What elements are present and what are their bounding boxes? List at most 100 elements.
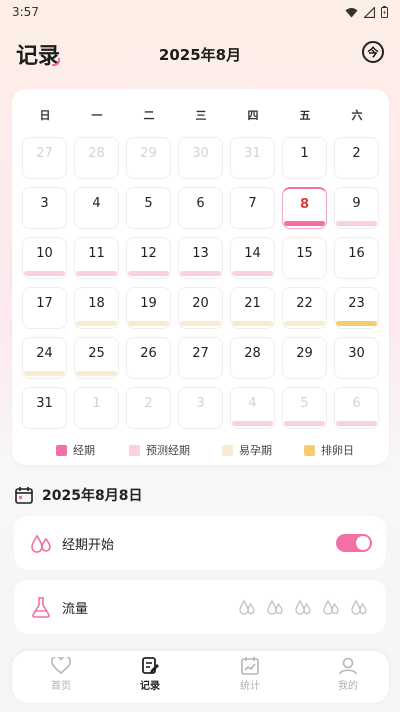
- calendar-day[interactable]: 6: [178, 187, 223, 229]
- day-number: 24: [36, 346, 53, 361]
- calendar-day[interactable]: 2: [126, 387, 171, 429]
- period-start-label: 经期开始: [62, 538, 115, 553]
- predicted-indicator: [232, 421, 273, 426]
- calendar-day[interactable]: 16: [334, 237, 379, 279]
- predicted-indicator: [180, 271, 221, 276]
- weekday-label: 四: [247, 109, 259, 122]
- calendar-day[interactable]: 5: [126, 187, 171, 229]
- calendar-day[interactable]: 14: [230, 237, 275, 279]
- legend-swatch: [304, 444, 315, 456]
- period-start-toggle[interactable]: [336, 534, 372, 552]
- ovulation-indicator: [336, 321, 377, 326]
- day-number: 14: [244, 246, 261, 261]
- weekday-label: 二: [143, 109, 155, 122]
- day-number: 28: [244, 346, 261, 361]
- calendar-day[interactable]: 13: [178, 237, 223, 279]
- calendar-day[interactable]: 5: [282, 387, 327, 429]
- wifi-icon: [345, 7, 358, 17]
- day-number: 17: [36, 296, 53, 311]
- period-start-card: 经期开始: [14, 516, 386, 570]
- day-number: 25: [88, 346, 105, 361]
- day-number: 5: [300, 396, 309, 411]
- calendar-day[interactable]: 27: [22, 137, 67, 179]
- day-number: 18: [88, 296, 105, 311]
- calendar-day[interactable]: 29: [282, 337, 327, 379]
- calendar-day[interactable]: 30: [334, 337, 379, 379]
- calendar-day[interactable]: 2: [334, 137, 379, 179]
- calendar-day[interactable]: 15: [282, 237, 327, 279]
- today-button[interactable]: 今: [362, 41, 384, 63]
- predicted-indicator: [128, 271, 169, 276]
- calendar-day[interactable]: 21: [230, 287, 275, 329]
- calendar-day[interactable]: 20: [178, 287, 223, 329]
- calendar-day[interactable]: 7: [230, 187, 275, 229]
- flow-drop-icon[interactable]: [294, 597, 312, 617]
- day-number: 27: [36, 146, 53, 161]
- calendar-day-today[interactable]: 8: [282, 187, 327, 229]
- flow-drop-icon[interactable]: [266, 597, 284, 617]
- weekday-label: 五: [299, 109, 311, 122]
- calendar-day[interactable]: 28: [230, 337, 275, 379]
- day-number: 1: [92, 396, 101, 411]
- legend-item: 经期: [56, 442, 95, 458]
- calendar-day[interactable]: 12: [126, 237, 171, 279]
- calendar-day[interactable]: 22: [282, 287, 327, 329]
- calendar-day[interactable]: 6: [334, 387, 379, 429]
- calendar-card: 日一二三四五六 27 28 29 30 31 1 2 3 4 5 6 7 8 9 10 11 12 13 14 15 1…: [12, 89, 389, 465]
- predicted-indicator: [76, 271, 117, 276]
- day-number: 2: [352, 146, 361, 161]
- day-number: 29: [296, 346, 313, 361]
- tab-profile[interactable]: 我的: [313, 657, 383, 692]
- calendar-day[interactable]: 30: [178, 137, 223, 179]
- weekday-header: 日一二三四五六: [12, 107, 389, 123]
- day-number: 23: [348, 296, 365, 311]
- calendar-day[interactable]: 31: [230, 137, 275, 179]
- day-number: 10: [36, 246, 53, 261]
- calendar-day[interactable]: 27: [178, 337, 223, 379]
- weekday-label: 一: [91, 109, 103, 122]
- calendar-day[interactable]: 3: [178, 387, 223, 429]
- day-number: 16: [348, 246, 365, 261]
- calendar-day[interactable]: 17: [22, 287, 67, 329]
- calendar-day[interactable]: 23: [334, 287, 379, 329]
- fertile-indicator: [232, 321, 273, 326]
- selected-date: 2025年8月8日: [42, 488, 143, 504]
- calendar-day[interactable]: 3: [22, 187, 67, 229]
- calendar-day[interactable]: 11: [74, 237, 119, 279]
- day-number: 11: [88, 246, 105, 261]
- calendar-day[interactable]: 9: [334, 187, 379, 229]
- calendar-day[interactable]: 26: [126, 337, 171, 379]
- calendar-day[interactable]: 1: [74, 387, 119, 429]
- calendar-day[interactable]: 19: [126, 287, 171, 329]
- predicted-indicator: [336, 421, 377, 426]
- edit-icon: [142, 657, 159, 674]
- calendar-day[interactable]: 10: [22, 237, 67, 279]
- calendar-day[interactable]: 31: [22, 387, 67, 429]
- current-month[interactable]: 2025年8月: [0, 44, 400, 65]
- legend-item: 预测经期: [129, 442, 190, 458]
- flow-drop-icon[interactable]: [238, 597, 256, 617]
- battery-icon: [381, 6, 388, 18]
- calendar-day[interactable]: 1: [282, 137, 327, 179]
- flow-drop-icon[interactable]: [322, 597, 340, 617]
- calendar-day[interactable]: 25: [74, 337, 119, 379]
- day-number: 31: [244, 146, 261, 161]
- tab-stats[interactable]: 统计: [215, 657, 285, 692]
- legend-swatch: [222, 444, 233, 456]
- calendar-day[interactable]: 24: [22, 337, 67, 379]
- calendar-day[interactable]: 29: [126, 137, 171, 179]
- calendar-day[interactable]: 18: [74, 287, 119, 329]
- app-header: 记录 2025年8月 今: [0, 38, 400, 69]
- flow-drop-icon[interactable]: [350, 597, 368, 617]
- calendar-day[interactable]: 4: [74, 187, 119, 229]
- legend-label: 排卵日: [321, 444, 354, 457]
- day-number: 19: [140, 296, 157, 311]
- tab-record[interactable]: 记录: [115, 657, 185, 692]
- calendar-day[interactable]: 4: [230, 387, 275, 429]
- day-number: 15: [296, 246, 313, 261]
- legend-item: 易孕期: [222, 442, 272, 458]
- day-number: 3: [196, 396, 205, 411]
- tab-home[interactable]: 首页: [26, 657, 96, 692]
- calendar-day[interactable]: 28: [74, 137, 119, 179]
- fertile-indicator: [180, 321, 221, 326]
